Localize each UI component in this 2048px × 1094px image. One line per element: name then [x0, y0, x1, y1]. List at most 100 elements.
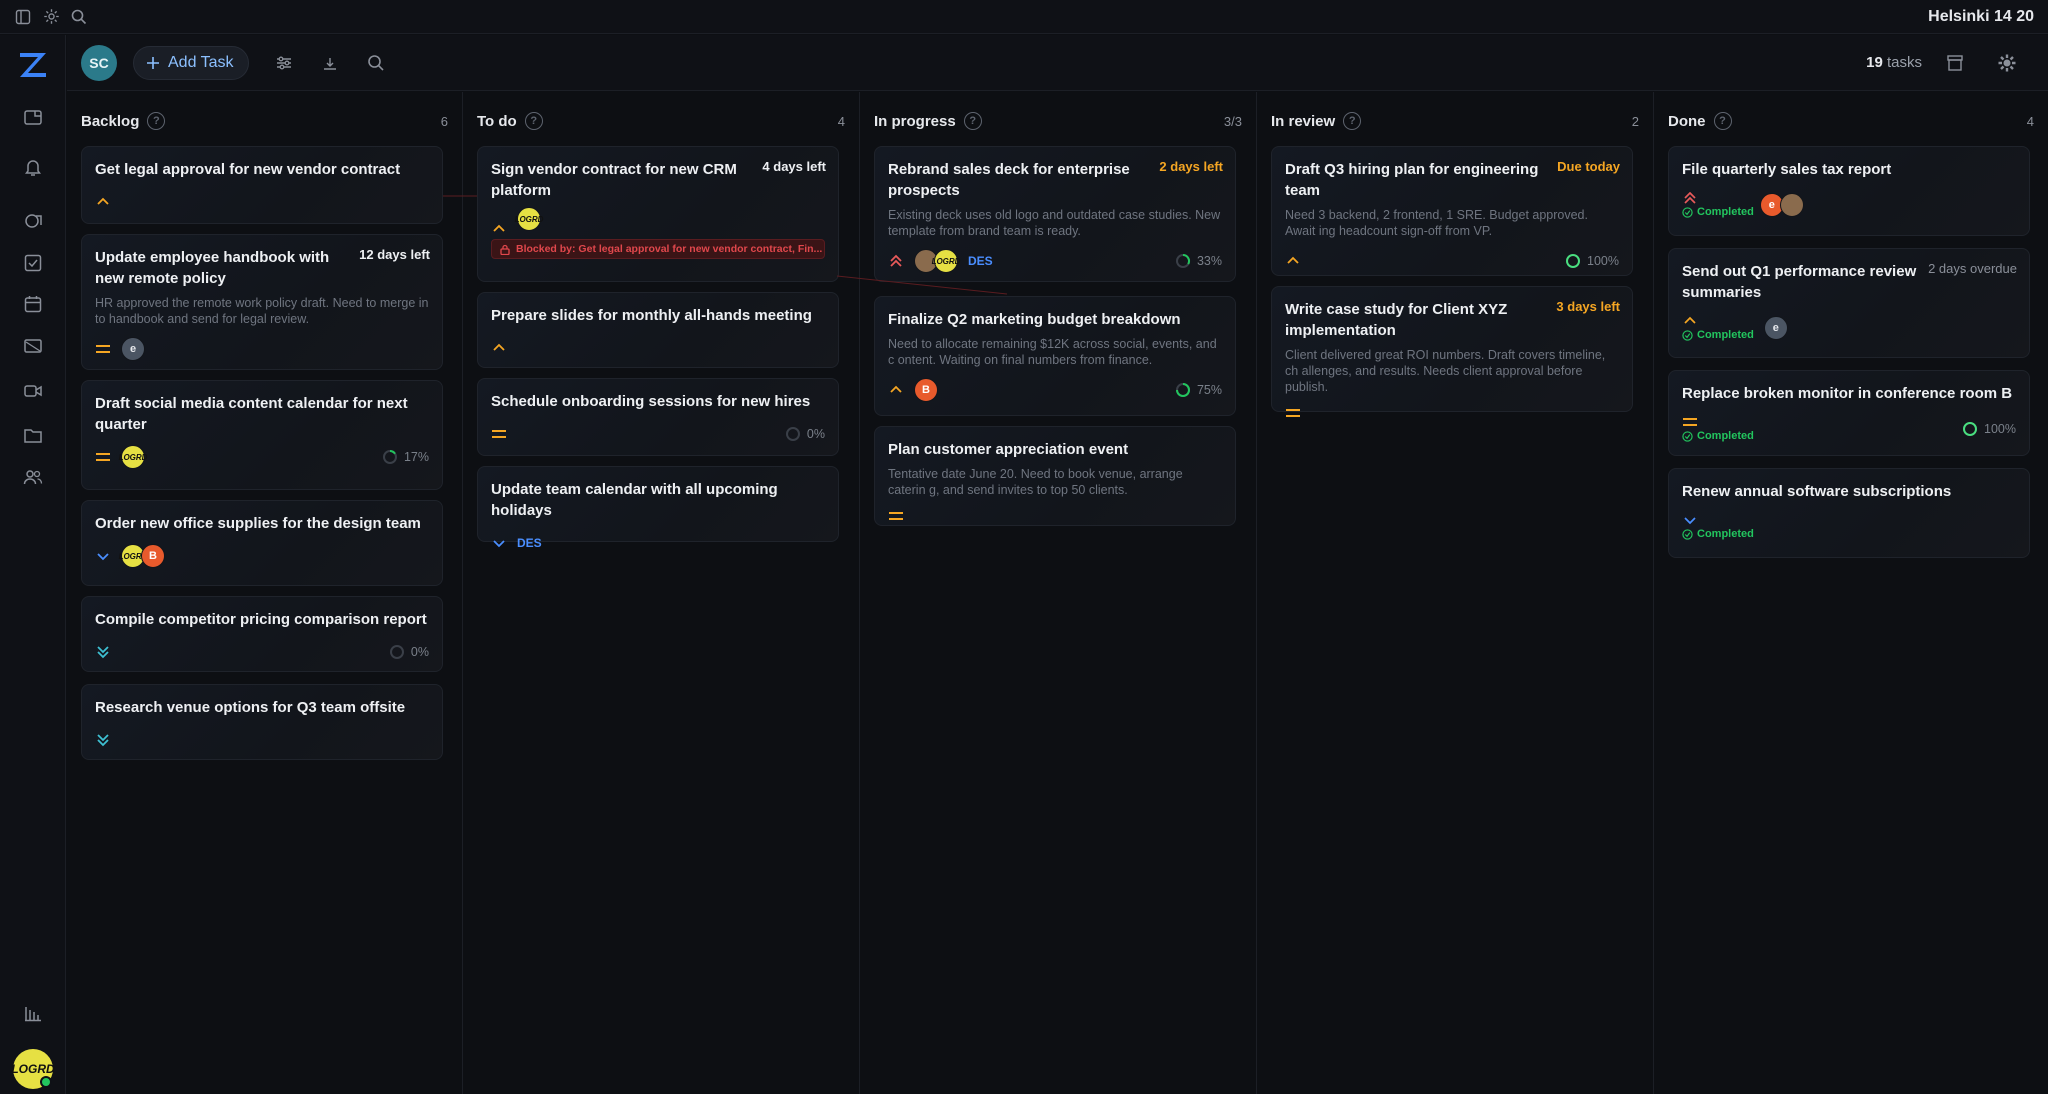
- task-card[interactable]: Schedule onboarding sessions for new hir…: [477, 378, 839, 456]
- priority-medium-icon: [492, 430, 506, 438]
- blocked-banner[interactable]: Blocked by: Get legal approval for new v…: [491, 239, 825, 259]
- progress-value: 100%: [1587, 254, 1619, 268]
- task-meta: LOGRD DES 33%: [888, 249, 1222, 273]
- users-icon[interactable]: [23, 467, 43, 487]
- task-card[interactable]: Replace broken monitor in conference roo…: [1668, 370, 2030, 456]
- column-header: In review ? 2: [1271, 106, 1639, 136]
- add-task-button[interactable]: Add Task: [133, 45, 249, 80]
- completed-status: Completed: [1682, 329, 1754, 341]
- priority-medium-icon: [1683, 418, 1697, 426]
- task-card[interactable]: Finalize Q2 marketing budget breakdown N…: [874, 296, 1236, 416]
- video-icon[interactable]: [23, 381, 43, 401]
- help-icon[interactable]: ?: [147, 112, 166, 130]
- chat-icon[interactable]: [23, 211, 43, 231]
- task-card[interactable]: Draft social media content calendar for …: [81, 380, 443, 490]
- assignee-avatar[interactable]: B: [914, 378, 938, 402]
- due-label: 2 days overdue: [1928, 261, 2017, 276]
- sort-icon[interactable]: [319, 52, 341, 74]
- task-card[interactable]: Order new office supplies for the design…: [81, 500, 443, 586]
- priority-high-icon: [493, 224, 505, 232]
- task-card[interactable]: Draft Q3 hiring plan for engineering tea…: [1271, 146, 1633, 276]
- column-title: Backlog: [81, 112, 140, 130]
- status-text: Completed: [1697, 206, 1754, 218]
- task-card[interactable]: Plan customer appreciation event Tentati…: [874, 426, 1236, 526]
- analytics-icon[interactable]: [23, 1003, 43, 1023]
- settings-gear-icon[interactable]: [1996, 52, 2018, 74]
- task-tag[interactable]: DES: [968, 254, 993, 268]
- progress-value: 0%: [806, 427, 825, 441]
- task-card[interactable]: Renew annual software subscriptions Comp…: [1668, 468, 2030, 558]
- search-icon[interactable]: [70, 8, 88, 26]
- help-icon[interactable]: ?: [963, 112, 982, 130]
- help-icon[interactable]: ?: [1713, 112, 1732, 130]
- progress-ring-icon: [1175, 383, 1190, 397]
- gear-icon[interactable]: [42, 8, 60, 26]
- task-card[interactable]: File quarterly sales tax report Complete…: [1668, 146, 2030, 236]
- check-circle-icon: [1682, 528, 1693, 540]
- assignee-avatar[interactable]: e: [1763, 316, 1788, 340]
- progress-value: 100%: [1984, 422, 2016, 436]
- task-card[interactable]: Update employee handbook with new remote…: [81, 234, 443, 370]
- priority-medium-icon: [96, 345, 110, 353]
- task-card[interactable]: Rebrand sales deck for enterprise prospe…: [874, 146, 1236, 282]
- assignee-avatar[interactable]: e: [121, 337, 145, 361]
- progress-ring-icon: [389, 645, 404, 659]
- task-card[interactable]: Get legal approval for new vendor contra…: [81, 146, 443, 224]
- column-count: 3/3: [1223, 113, 1242, 129]
- search-tasks-icon[interactable]: [365, 52, 387, 74]
- task-card[interactable]: Send out Q1 performance review summaries…: [1668, 248, 2030, 358]
- help-icon[interactable]: ?: [524, 112, 543, 130]
- priority-lowest-icon: [97, 734, 109, 747]
- app-logo-icon[interactable]: [16, 47, 50, 81]
- task-description: Need to allocate remaining $12K across s…: [888, 337, 1217, 367]
- inbox-icon[interactable]: [23, 107, 43, 127]
- task-card[interactable]: Research venue options for Q3 team offsi…: [81, 684, 443, 760]
- status-text: Completed: [1697, 329, 1754, 341]
- task-card[interactable]: Sign vendor contract for new CRM platfor…: [477, 146, 839, 282]
- progress-ring-icon: [1175, 254, 1190, 268]
- assignee-avatar[interactable]: LOGRD: [932, 249, 960, 273]
- task-count-number: 19: [1866, 54, 1883, 71]
- column-header: In progress ? 3/3: [874, 106, 1242, 136]
- priority-high-icon: [493, 343, 505, 351]
- progress-indicator: 100%: [1565, 253, 1619, 269]
- task-meta: [1285, 401, 1619, 425]
- priority-highest-icon: [1684, 192, 1696, 204]
- calendar-icon[interactable]: [23, 294, 43, 314]
- task-card[interactable]: Write case study for Client XYZ implemen…: [1271, 286, 1633, 417]
- folder-icon[interactable]: [23, 425, 43, 445]
- task-title: File quarterly sales tax report: [1682, 161, 1892, 178]
- due-label: 3 days left: [1556, 299, 1620, 314]
- column-in-review: In review ? 2 Draft Q3 hiring plan for e…: [1257, 92, 1654, 1094]
- filter-sliders-icon[interactable]: [273, 52, 295, 74]
- task-card[interactable]: Prepare slides for monthly all-hands mee…: [477, 292, 839, 368]
- task-card[interactable]: Update team calendar with all upcoming h…: [477, 466, 839, 550]
- task-meta: 100%: [1285, 249, 1619, 273]
- progress-value: 17%: [403, 450, 429, 464]
- column-count: 2: [1631, 113, 1639, 129]
- task-card[interactable]: Compile competitor pricing comparison re…: [81, 596, 443, 672]
- status-stack: Completed: [1682, 192, 1754, 218]
- task-meta: [95, 728, 429, 752]
- current-user-avatar[interactable]: SC: [81, 44, 117, 81]
- progress-ring-icon: [1566, 254, 1581, 268]
- sidebar-toggle-icon[interactable]: [14, 8, 32, 26]
- sidebar: LOGRD: [0, 35, 66, 1094]
- image-icon[interactable]: [23, 336, 43, 356]
- task-tag[interactable]: DES: [517, 536, 542, 550]
- tasks-icon[interactable]: [23, 253, 43, 273]
- help-icon[interactable]: ?: [1343, 112, 1362, 130]
- archive-icon[interactable]: [1944, 52, 1966, 74]
- assignee-avatar[interactable]: LOGRD: [119, 445, 147, 469]
- task-title: Renew annual software subscriptions: [1682, 483, 1952, 500]
- priority-low-icon: [493, 540, 505, 548]
- priority-high-icon: [97, 197, 109, 205]
- assignee-avatar[interactable]: [1779, 193, 1804, 217]
- priority-highest-icon: [890, 254, 902, 267]
- assignee-avatar[interactable]: B: [141, 544, 165, 568]
- board-toolbar: SC Add Task 19 tasks: [67, 35, 2048, 91]
- task-meta: 0%: [491, 422, 825, 446]
- completed-status: Completed: [1682, 206, 1754, 218]
- bell-icon[interactable]: [23, 157, 43, 177]
- assignee-avatar[interactable]: LOGRD: [515, 207, 543, 231]
